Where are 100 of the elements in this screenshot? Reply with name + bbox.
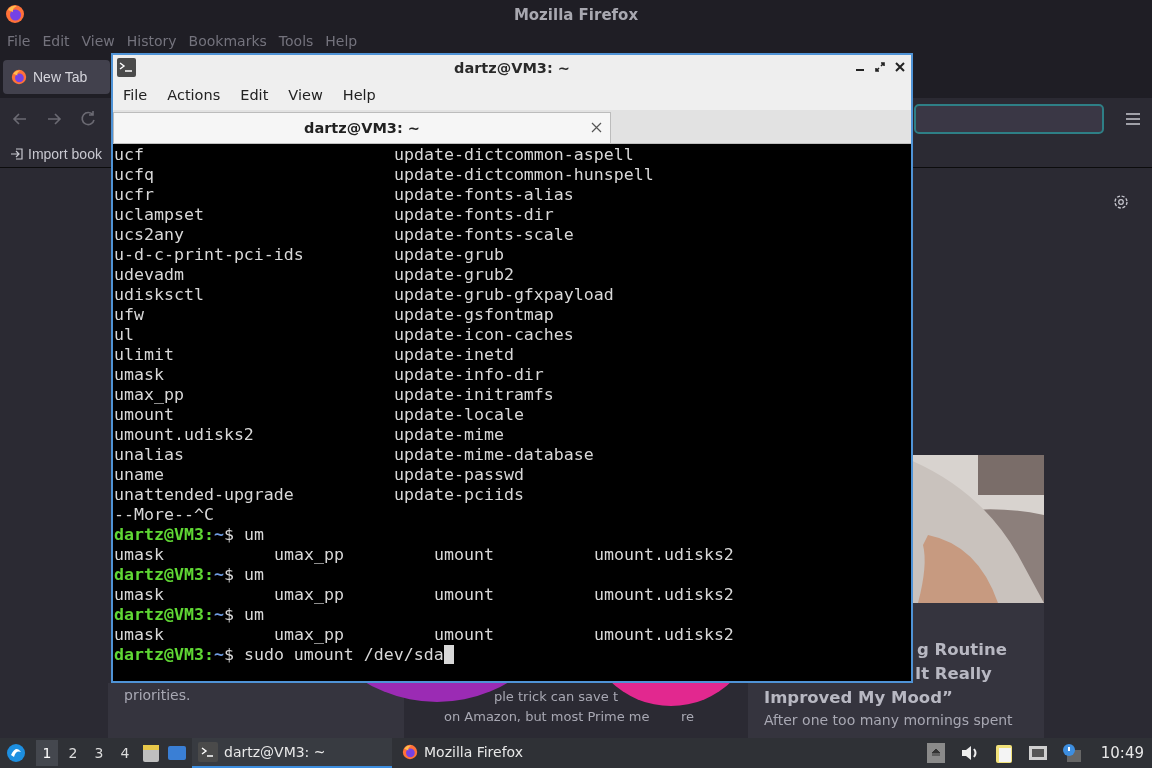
shell-prompt: dartz@VM3:~$ [114,645,234,665]
close-icon[interactable] [893,60,907,74]
shell-prompt: dartz@VM3:~$ [114,525,234,545]
menu-item[interactable]: File [7,33,31,49]
menu-item[interactable]: Bookmarks [188,33,267,49]
article-card[interactable]: priorities. [108,683,404,738]
restore-icon[interactable] [873,60,887,74]
menu-item[interactable]: Actions [157,87,231,103]
terminal-output: umount.udisks2 [594,545,734,564]
terminal-output: u-d-c-print-pci-ids [114,245,304,264]
file-manager-icon[interactable] [140,742,162,764]
shell-prompt: dartz@VM3:~$ [114,565,234,585]
firefox-logo-icon [402,744,418,760]
firefox-logo-icon [5,4,25,24]
article-summary[interactable]: ple trick can save t [494,687,618,707]
taskbar-task[interactable]: Mozilla Firefox [396,738,596,768]
terminal-output: update-fonts-scale [394,225,574,244]
article-summary[interactable]: on Amazon, but most Prime me [444,707,650,727]
terminal-output: update-dictcommon-aspell [394,145,634,164]
card-background[interactable]: g Routine It Really [913,455,1044,683]
terminal-output: umount [114,405,174,424]
browser-tab[interactable]: New Tab [3,60,110,94]
clock[interactable]: 10:49 [1100,744,1144,762]
terminal-output: ucfq [114,165,154,184]
terminal-output: umax_pp [114,385,184,404]
menu-item[interactable]: Help [332,87,386,103]
terminal-output: update-fonts-dir [394,205,554,224]
terminal-output: update-icon-caches [394,325,574,344]
shell-prompt: dartz@VM3:~$ [114,605,234,625]
menu-item[interactable]: History [126,33,177,49]
terminal-output: ulimit [114,345,174,364]
article-card[interactable]: Improved My Mood” After one too many mornings spent [748,683,1044,738]
terminal-tab[interactable]: dartz@VM3: ~ [113,112,611,143]
window-title: dartz@VM3: ~ [454,59,570,76]
terminal-output: update-pciids [394,485,524,504]
article-title[interactable]: It Really [915,662,1044,686]
terminal-output: update-mime-database [394,445,594,464]
menu-item[interactable]: Edit [230,87,279,103]
terminal-output: ufw [114,305,144,324]
terminal-output: umount [434,585,494,604]
terminal-output: umount [434,545,494,564]
taskbar-task[interactable]: dartz@VM3: ~ [192,738,392,768]
shell-command: um [242,565,264,585]
terminal-output: update-info-dir [394,365,544,384]
terminal-output: umount.udisks2 [594,585,734,604]
article-summary[interactable]: re [680,707,694,727]
start-menu-icon[interactable] [6,743,26,763]
menu-item[interactable]: View [278,87,333,103]
window-title: Mozilla Firefox [513,6,639,24]
menu-item[interactable]: Help [325,33,358,49]
terminal-output: umount.udisks2 [114,425,254,444]
terminal-output: ucs2any [114,225,184,244]
settings-icon[interactable] [1112,193,1130,211]
terminal-output: umount.udisks2 [594,625,734,644]
terminal-output: update-dictcommon-hunspell [394,165,654,184]
article-summary: After one too many mornings spent [764,711,1014,730]
notification-icon[interactable] [1060,742,1083,764]
terminal-output: umax_pp [274,545,344,564]
terminal-output: update-locale [394,405,524,424]
eject-icon[interactable] [924,742,947,764]
terminal-output: umax_pp [274,585,344,604]
terminal-output: unattended-upgrade [114,485,294,504]
terminal-output: umask [114,545,164,564]
menu-item[interactable]: View [81,33,115,49]
terminal-output: umask [114,585,164,604]
article-title[interactable]: Improved My Mood” [764,686,1028,710]
terminal-output: umax_pp [274,625,344,644]
terminal-output: update-grub [394,245,504,264]
terminal-output: umask [114,625,164,644]
terminal-output: update-gsfontmap [394,305,554,324]
terminal-output: update-grub2 [394,265,514,284]
terminal-output: update-fonts-alias [394,185,574,204]
terminal-output: ul [114,325,134,344]
terminal-output: ucf [114,145,144,164]
terminal-output: update-grub-gfxpayload [394,285,614,304]
workspace-button[interactable]: 2 [62,740,84,766]
menu-item[interactable]: Tools [278,33,314,49]
shell-command: um [242,525,264,545]
menu-item[interactable]: File [113,87,158,103]
firefox-logo-icon [11,69,27,85]
import-bookmarks-button[interactable]: Import book [10,145,102,162]
shell-command: um [242,605,264,625]
terminal-output: udisksctl [114,285,204,304]
close-icon[interactable] [591,122,602,133]
address-field[interactable] [914,104,1104,134]
menu-item[interactable]: Edit [42,33,70,49]
terminal-output: update-initramfs [394,385,554,404]
terminal-output: ucfr [114,185,154,204]
workspace-button[interactable]: 4 [114,740,136,766]
terminal-output: update-passwd [394,465,524,484]
import-icon [10,146,24,161]
terminal-output: umount [434,625,494,644]
terminal-output: update-inetd [394,345,514,364]
terminal-icon [198,742,218,762]
menu-icon[interactable] [1124,110,1142,128]
workspace-button[interactable]: 1 [36,740,58,766]
workspace-button[interactable]: 3 [88,740,110,766]
article-title[interactable]: g Routine [917,638,1044,662]
terminal-output: umask [114,365,164,384]
terminal-output: uname [114,465,164,484]
